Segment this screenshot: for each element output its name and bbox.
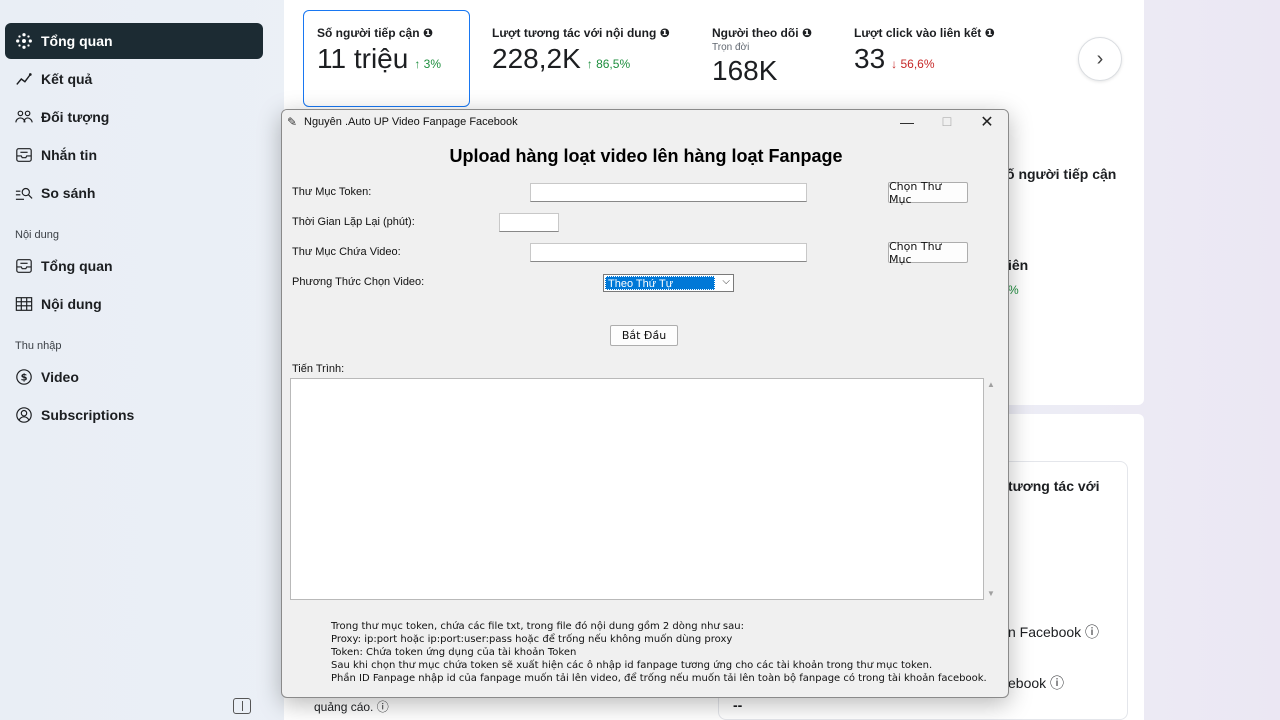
metric-label: Số người tiếp cận bbox=[317, 26, 420, 40]
close-button[interactable]: ✕ bbox=[967, 110, 1007, 134]
peek-pct: % bbox=[1008, 283, 1019, 297]
scroll-up-icon[interactable]: ▲ bbox=[987, 380, 995, 389]
metric-change: ↓ 56,6% bbox=[891, 57, 935, 71]
next-metrics-button[interactable]: › bbox=[1078, 37, 1122, 81]
peek-dash: -- bbox=[733, 697, 743, 713]
sidebar-item-label: Kết quả bbox=[41, 71, 93, 87]
user-circle-icon bbox=[13, 405, 35, 425]
inbox-icon bbox=[13, 256, 35, 276]
metric-followers: Người theo dõi ❶ Trọn đời 168K bbox=[712, 26, 812, 87]
progress-scrollbar[interactable]: ▲ ▼ bbox=[984, 378, 1000, 600]
svg-text:$: $ bbox=[21, 373, 28, 384]
trend-icon bbox=[13, 69, 35, 89]
metric-value: 11 triệu bbox=[317, 43, 409, 74]
sidebar-item-label: Video bbox=[41, 369, 79, 385]
sidebar-item-label: Nhắn tin bbox=[41, 147, 97, 163]
window-heading: Upload hàng loạt video lên hàng loạt Fan… bbox=[449, 146, 843, 166]
repeat-time-label: Thời Gian Lặp Lại (phút): bbox=[292, 216, 415, 228]
progress-log[interactable] bbox=[290, 378, 984, 600]
sidebar-item-content-overview[interactable]: Tổng quan bbox=[5, 248, 263, 284]
method-selected-value: Theo Thứ Tự bbox=[605, 276, 715, 290]
scroll-down-icon[interactable]: ▼ bbox=[987, 589, 995, 598]
compare-icon bbox=[13, 183, 35, 203]
metric-label: Lượt tương tác với nội dung bbox=[492, 26, 657, 40]
token-folder-input[interactable] bbox=[530, 183, 807, 202]
window-titlebar[interactable]: ✎ Nguyên .Auto UP Video Fanpage Facebook… bbox=[282, 110, 1008, 134]
dollar-icon: $ bbox=[13, 367, 35, 387]
sidebar-item-compare[interactable]: So sánh bbox=[5, 175, 263, 211]
metric-label: Người theo dõi bbox=[712, 26, 799, 40]
method-select[interactable]: Theo Thứ Tự ⌵ bbox=[603, 274, 734, 292]
metric-link-clicks: Lượt click vào liên kết ❶ 33 ↓ 56,6% bbox=[854, 26, 995, 75]
auto-upload-window: ✎ Nguyên .Auto UP Video Fanpage Facebook… bbox=[281, 109, 1009, 698]
sidebar-item-audience[interactable]: Đối tượng bbox=[5, 99, 263, 135]
peek-interact-title: tương tác với bbox=[1008, 478, 1100, 494]
inbox-icon bbox=[13, 145, 35, 165]
peek-facebook-1: n Facebook ⓘ bbox=[1008, 624, 1100, 640]
method-label: Phương Thức Chọn Video: bbox=[292, 276, 425, 288]
sidebar-item-overview[interactable]: Tổng quan bbox=[5, 23, 263, 59]
instruction-line: Sau khi chọn thư mục chứa token sẽ xuất … bbox=[331, 660, 933, 671]
instructions: Trong thư mục token, chứa các file txt, … bbox=[331, 620, 987, 685]
repeat-time-input[interactable] bbox=[499, 213, 559, 232]
metric-value: 168K bbox=[712, 55, 778, 86]
metric-reach: Số người tiếp cận ❶ 11 triệu ↑ 3% bbox=[317, 26, 441, 75]
choose-video-folder-button[interactable]: Chọn Thư Mục bbox=[888, 240, 968, 266]
chevron-right-icon: › bbox=[1096, 47, 1104, 70]
feather-icon: ✎ bbox=[287, 115, 298, 129]
sidebar-item-messages[interactable]: Nhắn tin bbox=[5, 137, 263, 173]
metric-sub: Trọn đời bbox=[712, 42, 750, 53]
instruction-line: Token: Chứa token ứng dụng của tài khoản… bbox=[331, 647, 577, 658]
section-label-income: Thu nhập bbox=[15, 340, 62, 352]
sidebar-item-label: Tổng quan bbox=[41, 33, 113, 49]
sidebar-item-label: Tổng quan bbox=[41, 258, 113, 274]
video-folder-input[interactable] bbox=[530, 243, 807, 262]
info-icon: ❶ bbox=[984, 26, 995, 40]
peek-facebook-2: ebook ⓘ bbox=[1008, 675, 1065, 691]
peek-ads: quảng cáo. ⓘ bbox=[314, 700, 389, 714]
metric-value: 33 bbox=[854, 43, 886, 74]
sidebar: Tổng quan Kết quả Đối tượng Nhắn tin So … bbox=[0, 0, 270, 720]
peek-fan-title: iên bbox=[1008, 257, 1029, 273]
sidebar-item-label: Nội dung bbox=[41, 296, 102, 312]
sidebar-item-label: Subscriptions bbox=[41, 407, 135, 423]
sidebar-item-content[interactable]: Nội dung bbox=[5, 286, 263, 322]
metric-change: ↑ 3% bbox=[414, 57, 442, 71]
table-icon bbox=[13, 294, 35, 314]
sidebar-item-results[interactable]: Kết quả bbox=[5, 61, 263, 97]
info-icon: ❶ bbox=[659, 26, 670, 40]
metric-change: ↑ 86,5% bbox=[586, 57, 631, 71]
token-folder-label: Thư Mục Token: bbox=[292, 186, 372, 198]
instruction-line: Trong thư mục token, chứa các file txt, … bbox=[331, 621, 744, 632]
sparkle-icon bbox=[13, 31, 35, 51]
instruction-line: Proxy: ip:port hoặc ip:port:user:pass ho… bbox=[331, 634, 733, 645]
info-icon: ❶ bbox=[422, 26, 434, 40]
section-label-content: Nội dung bbox=[15, 229, 60, 241]
instruction-line: Phần ID Fanpage nhập id của fanpage muốn… bbox=[331, 673, 987, 684]
maximize-button[interactable]: ☐ bbox=[927, 110, 967, 134]
metric-engagement: Lượt tương tác với nội dung ❶ 228,2K ↑ 86… bbox=[492, 26, 670, 75]
metric-label: Lượt click vào liên kết bbox=[854, 26, 982, 40]
start-button[interactable]: Bắt Đầu bbox=[610, 325, 678, 346]
people-icon bbox=[13, 107, 35, 127]
chevron-down-icon: ⌵ bbox=[722, 276, 730, 287]
sidebar-item-video[interactable]: $ Video bbox=[5, 359, 263, 395]
sidebar-item-label: So sánh bbox=[41, 185, 96, 201]
minimize-button[interactable]: — bbox=[887, 110, 927, 134]
window-title: Nguyên .Auto UP Video Fanpage Facebook bbox=[304, 116, 518, 128]
sidebar-item-subscriptions[interactable]: Subscriptions bbox=[5, 397, 263, 433]
peek-reach-title: ố người tiếp cận bbox=[1006, 166, 1117, 182]
metric-value: 228,2K bbox=[492, 43, 581, 74]
video-folder-label: Thư Mục Chứa Video: bbox=[292, 246, 401, 258]
info-icon: ❶ bbox=[801, 26, 813, 40]
sidebar-collapse-icon[interactable] bbox=[233, 698, 251, 714]
progress-label: Tiến Trình: bbox=[292, 363, 345, 375]
sidebar-item-label: Đối tượng bbox=[41, 109, 110, 125]
choose-token-folder-button[interactable]: Chọn Thư Mục bbox=[888, 180, 968, 206]
